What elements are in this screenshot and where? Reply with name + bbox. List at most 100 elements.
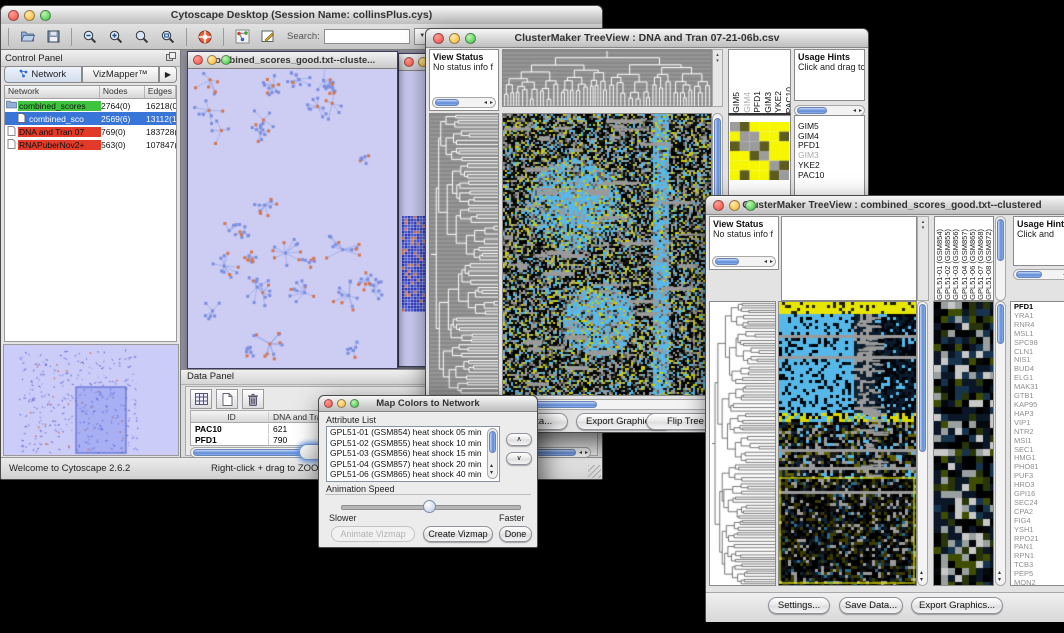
attribute-list-item[interactable]: GPL51-06 (GSM865) heat shock 40 min <box>327 469 499 480</box>
close-button[interactable] <box>324 399 333 408</box>
zoom-button[interactable] <box>40 10 51 21</box>
row-dendrogram-panel[interactable] <box>709 301 776 586</box>
right-arrow-icon[interactable]: ▸ <box>859 108 862 114</box>
main-titlebar[interactable]: Cytoscape Desktop (Session Name: collins… <box>1 6 602 25</box>
network-list-item[interactable]: RNAPuberNov2+ 563(0) 107847(0) <box>5 138 176 151</box>
resize-grip[interactable] <box>588 465 601 478</box>
left-arrow-icon[interactable]: ◂ <box>764 259 767 265</box>
row-dendrogram-canvas[interactable] <box>430 114 498 395</box>
zoom-out-button[interactable] <box>79 27 101 47</box>
attribute-list-item[interactable]: GPL51-02 (GSM855) heat shock 10 min <box>327 438 499 449</box>
right-arrow-icon[interactable]: ▸ <box>490 100 493 106</box>
minimize-button[interactable] <box>24 10 35 21</box>
move-down-button[interactable]: ∨ <box>506 452 532 465</box>
status-hscrollbar[interactable]: ◂ ▸ <box>712 256 776 267</box>
down-arrow-icon[interactable]: ▾ <box>998 577 1001 583</box>
help-icon[interactable] <box>194 27 216 47</box>
network-list-item[interactable]: DNA and Tran 07 769(0) 183728(0) <box>5 125 176 138</box>
list-vscrollbar[interactable]: ▴ ▾ <box>487 428 498 479</box>
move-up-button[interactable]: ∧ <box>506 433 532 446</box>
gene-label[interactable]: PAC10 <box>798 171 864 181</box>
network-list-item-selected[interactable]: combined_sco 2569(6) 13112(15) <box>5 112 176 125</box>
heatmap-panel[interactable] <box>502 113 712 396</box>
export-graphics-button[interactable]: Export Graphics... <box>911 597 1003 614</box>
save-session-button[interactable] <box>42 27 64 47</box>
network-view-window-1[interactable]: combined_scores_good.txt--cluste... <box>187 51 398 369</box>
cluster-zoom-canvas[interactable] <box>934 302 993 585</box>
right-arrow-icon[interactable]: ▸ <box>770 259 773 265</box>
down-arrow-icon[interactable]: ▾ <box>918 225 928 231</box>
create-vizmap-button[interactable]: Create Vizmap <box>423 526 493 542</box>
minimize-button[interactable] <box>207 55 217 65</box>
tab-vizmapper[interactable]: VizMapper™ <box>82 66 160 83</box>
close-button[interactable] <box>713 200 724 211</box>
close-button[interactable] <box>8 10 19 21</box>
search-input[interactable] <box>324 29 410 44</box>
heatmap-canvas[interactable] <box>503 114 711 395</box>
zoom-in-button[interactable] <box>105 27 127 47</box>
cluster-matrix-canvas[interactable] <box>730 122 789 180</box>
float-panel-icon[interactable] <box>166 52 176 64</box>
select-attributes-button[interactable] <box>190 389 212 409</box>
zoom-button[interactable] <box>465 33 476 44</box>
left-arrow-icon[interactable]: ◂ <box>484 100 487 106</box>
close-button[interactable] <box>404 57 414 67</box>
minimize-button[interactable] <box>337 399 346 408</box>
attribute-listbox[interactable]: GPL51-01 (GSM854) heat shock 05 minGPL51… <box>326 426 500 482</box>
settings-button[interactable]: Settings... <box>768 597 830 614</box>
up-arrow-icon[interactable]: ▴ <box>490 463 493 469</box>
left-arrow-icon[interactable]: ◂ <box>579 450 582 456</box>
annotation-icon[interactable] <box>257 27 279 47</box>
save-data-button[interactable]: Save Data... <box>839 597 903 614</box>
tab-overflow-button[interactable]: ▶ <box>159 66 177 83</box>
gene-label[interactable]: MON2 <box>1014 579 1064 586</box>
open-session-button[interactable] <box>16 27 38 47</box>
header-network[interactable]: Network <box>5 86 100 98</box>
close-button[interactable] <box>193 55 203 65</box>
vizmapper-icon[interactable] <box>231 27 253 47</box>
delete-attribute-button[interactable] <box>242 389 264 409</box>
hints-hscrollbar[interactable]: ◂ ▸ <box>1013 269 1064 280</box>
zoom-button[interactable] <box>221 55 231 65</box>
header-nodes[interactable]: Nodes <box>100 86 145 98</box>
slider-thumb[interactable] <box>423 500 436 513</box>
minimize-button[interactable] <box>729 200 740 211</box>
zoom-vscrollbar[interactable]: ▴ ▾ <box>995 301 1006 586</box>
up-arrow-icon[interactable]: ▴ <box>998 570 1001 576</box>
done-button[interactable]: Done <box>499 526 532 542</box>
attribute-list-item[interactable]: GPL51-03 (GSM856) heat shock 15 min <box>327 448 499 459</box>
right-arrow-icon[interactable]: ▸ <box>585 450 588 456</box>
down-arrow-icon[interactable]: ▾ <box>920 577 923 583</box>
zoom-button[interactable] <box>745 200 756 211</box>
down-arrow-icon[interactable]: ▾ <box>490 470 493 476</box>
zoom-fit-button[interactable] <box>157 27 179 47</box>
close-button[interactable] <box>433 33 444 44</box>
heatmap-panel[interactable] <box>778 301 917 586</box>
minimize-button[interactable] <box>449 33 460 44</box>
tab-network[interactable]: Network <box>4 66 82 83</box>
id-column-header[interactable]: ID <box>191 412 269 422</box>
attribute-list-item[interactable]: GPL51-07 (GSM868) heat shock 60 min <box>327 480 499 482</box>
row-dendrogram-canvas[interactable] <box>710 302 775 585</box>
birdseye-view-canvas[interactable] <box>4 345 178 455</box>
up-arrow-icon[interactable]: ▴ <box>920 570 923 576</box>
column-dendrogram-panel[interactable] <box>781 216 917 301</box>
zoom-button[interactable] <box>350 399 359 408</box>
column-dendrogram-panel[interactable] <box>502 49 712 107</box>
network-overview-panel[interactable] <box>3 344 179 456</box>
treeview1-titlebar[interactable]: ClusterMaker TreeView : DNA and Tran 07-… <box>426 29 868 48</box>
dendrogram-spinner[interactable]: ▴ ▾ <box>712 49 723 107</box>
cluster-zoom-panel[interactable] <box>933 301 994 586</box>
labels-vscrollbar[interactable] <box>995 216 1006 301</box>
dendrogram-spinner[interactable]: ▴ ▾ <box>917 216 929 301</box>
network-view-canvas[interactable] <box>188 69 395 363</box>
create-attribute-button[interactable] <box>216 389 238 409</box>
status-hscrollbar[interactable]: ◂ ▸ <box>432 97 496 108</box>
dialog-titlebar[interactable]: Map Colors to Network <box>319 396 537 412</box>
row-dendrogram-panel[interactable] <box>429 113 499 396</box>
heatmap-canvas[interactable] <box>779 302 916 585</box>
network-list-header[interactable]: Network Nodes Edges <box>5 86 176 99</box>
attribute-list-item[interactable]: GPL51-01 (GSM854) heat shock 05 min <box>327 427 499 438</box>
heatmap-vscrollbar[interactable]: ▴ ▾ <box>917 301 928 586</box>
zoom-selected-button[interactable] <box>131 27 153 47</box>
